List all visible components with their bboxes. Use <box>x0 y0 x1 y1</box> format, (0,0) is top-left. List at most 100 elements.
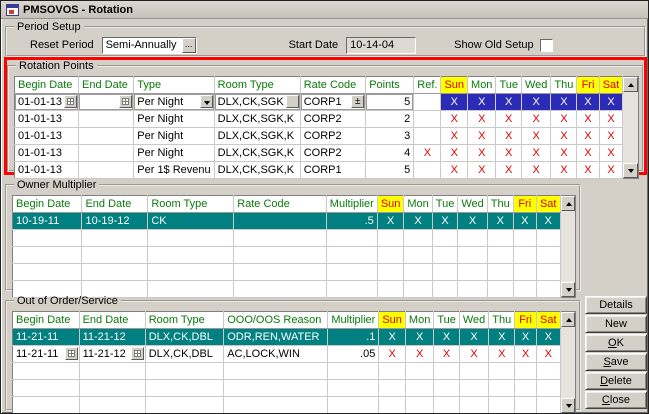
cell-room-type[interactable]: DLX,CK,SGK <box>214 94 300 111</box>
cell-sun[interactable]: X <box>441 111 468 128</box>
cell-sun[interactable]: X <box>379 346 406 363</box>
cell-tue[interactable]: X <box>434 329 460 346</box>
cell-rate-code[interactable]: CORP2 <box>300 128 366 145</box>
ok-button[interactable]: OK <box>585 334 647 352</box>
calendar-icon[interactable] <box>65 347 78 360</box>
cell-tue[interactable]: X <box>496 162 522 179</box>
cell-end-date[interactable] <box>79 145 134 162</box>
cell-begin-date[interactable]: 01-01-13 <box>15 162 79 179</box>
cell-ref[interactable] <box>414 111 441 128</box>
calendar-icon[interactable] <box>131 347 144 360</box>
cell-fri[interactable]: X <box>577 162 599 179</box>
rotation-points-row[interactable]: 01-01-13 Per 1$ RevenuDLX,CK,SGK,KCORP15 X… <box>15 162 623 179</box>
out-of-order-row[interactable]: 11-21-1111-21-12DLX,CK,DBLAC,LOCK,WIN.05… <box>13 346 561 363</box>
cell-points[interactable]: 5 <box>366 94 414 111</box>
new-button[interactable]: New <box>585 315 647 333</box>
cell-room-type[interactable]: DLX,CK,DBL <box>145 329 223 346</box>
owner-multiplier-row[interactable]: 10-19-1110-19-12CK.5XXXXXXX <box>13 213 561 230</box>
cell-sat[interactable]: X <box>599 145 623 162</box>
cell-end-date[interactable]: 11-21-12 <box>79 329 145 346</box>
cell-sun[interactable]: X <box>441 94 468 111</box>
cell-sat[interactable]: X <box>536 346 560 363</box>
cell-end-date[interactable] <box>79 111 134 128</box>
rotation-points-row[interactable]: 01-01-13Per NightDLX,CK,SGK,KCORP23XXXXX… <box>15 128 623 145</box>
cell-type[interactable]: Per 1$ Revenu <box>134 162 214 179</box>
scrollbar-down-icon[interactable] <box>561 398 575 413</box>
cell-fri[interactable]: X <box>577 145 599 162</box>
cell-end-date[interactable]: 10-19-12 <box>82 213 148 230</box>
cell-tue[interactable]: X <box>496 94 522 111</box>
save-button[interactable]: Save <box>585 353 647 371</box>
cell-begin-date[interactable]: 01-01-13 <box>15 111 79 128</box>
dropdown-arrow-icon[interactable] <box>200 95 213 108</box>
cell-sat[interactable]: X <box>536 329 560 346</box>
cell-thu[interactable]: X <box>489 329 515 346</box>
cell-tue[interactable]: X <box>496 111 522 128</box>
lov-button[interactable] <box>286 95 299 108</box>
cell-sat[interactable]: X <box>536 213 560 230</box>
cell-points[interactable]: 5 <box>366 162 414 179</box>
cell-sat[interactable]: X <box>599 94 623 111</box>
cell-ref[interactable] <box>414 128 441 145</box>
cell-fri[interactable]: X <box>515 329 537 346</box>
cell-ooo-oos-reason[interactable]: ODR,REN,WATER <box>224 329 328 346</box>
cell-mon[interactable]: X <box>468 145 496 162</box>
cell-room-type[interactable]: DLX,CK,SGK,K <box>214 111 300 128</box>
cell-sat[interactable]: X <box>599 162 623 179</box>
rotation-points-row[interactable]: 01-01-13Per NightDLX,CK,SGK,KCORP24XXXXX… <box>15 145 623 162</box>
cell-wed[interactable]: X <box>458 213 487 230</box>
cell-room-type[interactable]: DLX,CK,SGK,K <box>214 128 300 145</box>
cell-points[interactable]: 3 <box>366 128 414 145</box>
cell-mon[interactable]: X <box>468 128 496 145</box>
cell-end-date[interactable] <box>79 128 134 145</box>
rotation-points-row[interactable]: 01-01-13Per NightDLX,CK,SGK,KCORP22XXXXX… <box>15 111 623 128</box>
scrollbar-up-icon[interactable] <box>561 312 575 327</box>
cell-begin-date[interactable]: 01-01-13 <box>15 128 79 145</box>
cell-fri[interactable]: X <box>577 94 599 111</box>
cell-mon[interactable]: X <box>404 213 432 230</box>
out-of-order-row[interactable]: 11-21-1111-21-12DLX,CK,DBLODR,REN,WATER.… <box>13 329 561 346</box>
reset-period-lov-button[interactable]: ... <box>182 38 196 53</box>
cell-multiplier[interactable]: .5 <box>326 213 377 230</box>
delete-button[interactable]: Delete <box>585 372 647 390</box>
cell-thu[interactable]: X <box>487 213 513 230</box>
cell-begin-date[interactable]: 10-19-11 <box>13 213 82 230</box>
cell-room-type[interactable]: DLX,CK,SGK,K <box>214 162 300 179</box>
cell-mon[interactable]: X <box>468 111 496 128</box>
cell-begin-date[interactable]: 01-01-13 <box>15 145 79 162</box>
cell-wed[interactable]: X <box>521 94 550 111</box>
scrollbar-track[interactable] <box>561 327 575 398</box>
scrollbar-track[interactable] <box>561 211 575 282</box>
cell-rate-code[interactable]: CORP2 <box>300 111 366 128</box>
cell-mon[interactable]: X <box>405 329 433 346</box>
cell-mon[interactable]: X <box>405 346 433 363</box>
titlebar[interactable]: PMSOVOS - Rotation <box>1 1 648 19</box>
cell-rate-code[interactable]: CORP1 <box>300 162 366 179</box>
cell-sun[interactable]: X <box>441 145 468 162</box>
cell-thu[interactable]: X <box>551 111 577 128</box>
vertical-scrollbar[interactable] <box>623 76 639 179</box>
cell-sun[interactable]: X <box>379 329 406 346</box>
cell-room-type[interactable]: DLX,CK,SGK,K <box>214 145 300 162</box>
close-button[interactable]: Close <box>585 391 647 409</box>
cell-thu[interactable]: X <box>551 94 577 111</box>
cell-type[interactable]: Per Night <box>134 94 214 111</box>
cell-tue[interactable]: X <box>496 145 522 162</box>
cell-rate-code[interactable]: CORP1 <box>300 94 366 111</box>
cell-fri[interactable]: X <box>513 213 536 230</box>
cell-thu[interactable]: X <box>551 162 577 179</box>
vertical-scrollbar[interactable] <box>561 195 576 298</box>
cell-multiplier[interactable]: .05 <box>328 346 379 363</box>
cell-type[interactable]: Per Night <box>134 111 214 128</box>
cell-end-date[interactable]: 11-21-12 <box>79 346 145 363</box>
cell-ooo-oos-reason[interactable]: AC,LOCK,WIN <box>224 346 328 363</box>
cell-wed[interactable]: X <box>459 329 488 346</box>
plusminus-button[interactable] <box>351 95 364 108</box>
cell-thu[interactable]: X <box>551 145 577 162</box>
cell-points[interactable]: 4 <box>366 145 414 162</box>
cell-begin-date[interactable]: 11-21-11 <box>13 329 80 346</box>
cell-wed[interactable]: X <box>521 128 550 145</box>
cell-begin-date[interactable]: 11-21-11 <box>13 346 80 363</box>
scrollbar-track[interactable] <box>623 92 638 163</box>
vertical-scrollbar[interactable] <box>561 311 576 414</box>
